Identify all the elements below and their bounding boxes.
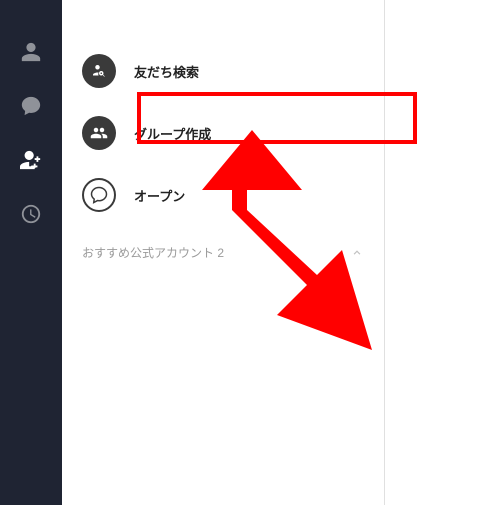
section-recommended-label: おすすめ公式アカウント 2 — [82, 244, 224, 261]
friend-search-label: 友だち検索 — [134, 62, 199, 81]
person-icon — [20, 41, 42, 63]
main-panel: 友だち検索 グループ作成 オープン おすすめ公式アカウント 2 — [62, 0, 384, 505]
nav-sidebar — [0, 0, 62, 505]
group-icon — [90, 124, 108, 142]
sidebar-add-friend[interactable] — [19, 148, 43, 172]
openchat-icon — [90, 186, 108, 204]
person-add-icon — [20, 149, 42, 171]
friend-search-avatar — [82, 54, 116, 88]
openchat-label: オープン — [134, 186, 185, 205]
sidebar-recent[interactable] — [19, 202, 43, 226]
group-create-avatar — [82, 116, 116, 150]
menu-group-create[interactable]: グループ作成 — [62, 102, 384, 164]
openchat-avatar — [82, 178, 116, 212]
chat-bubble-icon — [20, 95, 42, 117]
sidebar-chat[interactable] — [19, 94, 43, 118]
section-recommended-accounts[interactable]: おすすめ公式アカウント 2 — [62, 226, 384, 271]
person-search-icon — [90, 62, 108, 80]
menu-openchat[interactable]: オープン — [62, 164, 384, 226]
right-pane — [385, 0, 500, 505]
clock-icon — [20, 203, 42, 225]
group-create-label: グループ作成 — [134, 124, 211, 143]
menu-friend-search[interactable]: 友だち検索 — [62, 40, 384, 102]
chevron-up-icon — [350, 246, 364, 260]
sidebar-friends[interactable] — [19, 40, 43, 64]
